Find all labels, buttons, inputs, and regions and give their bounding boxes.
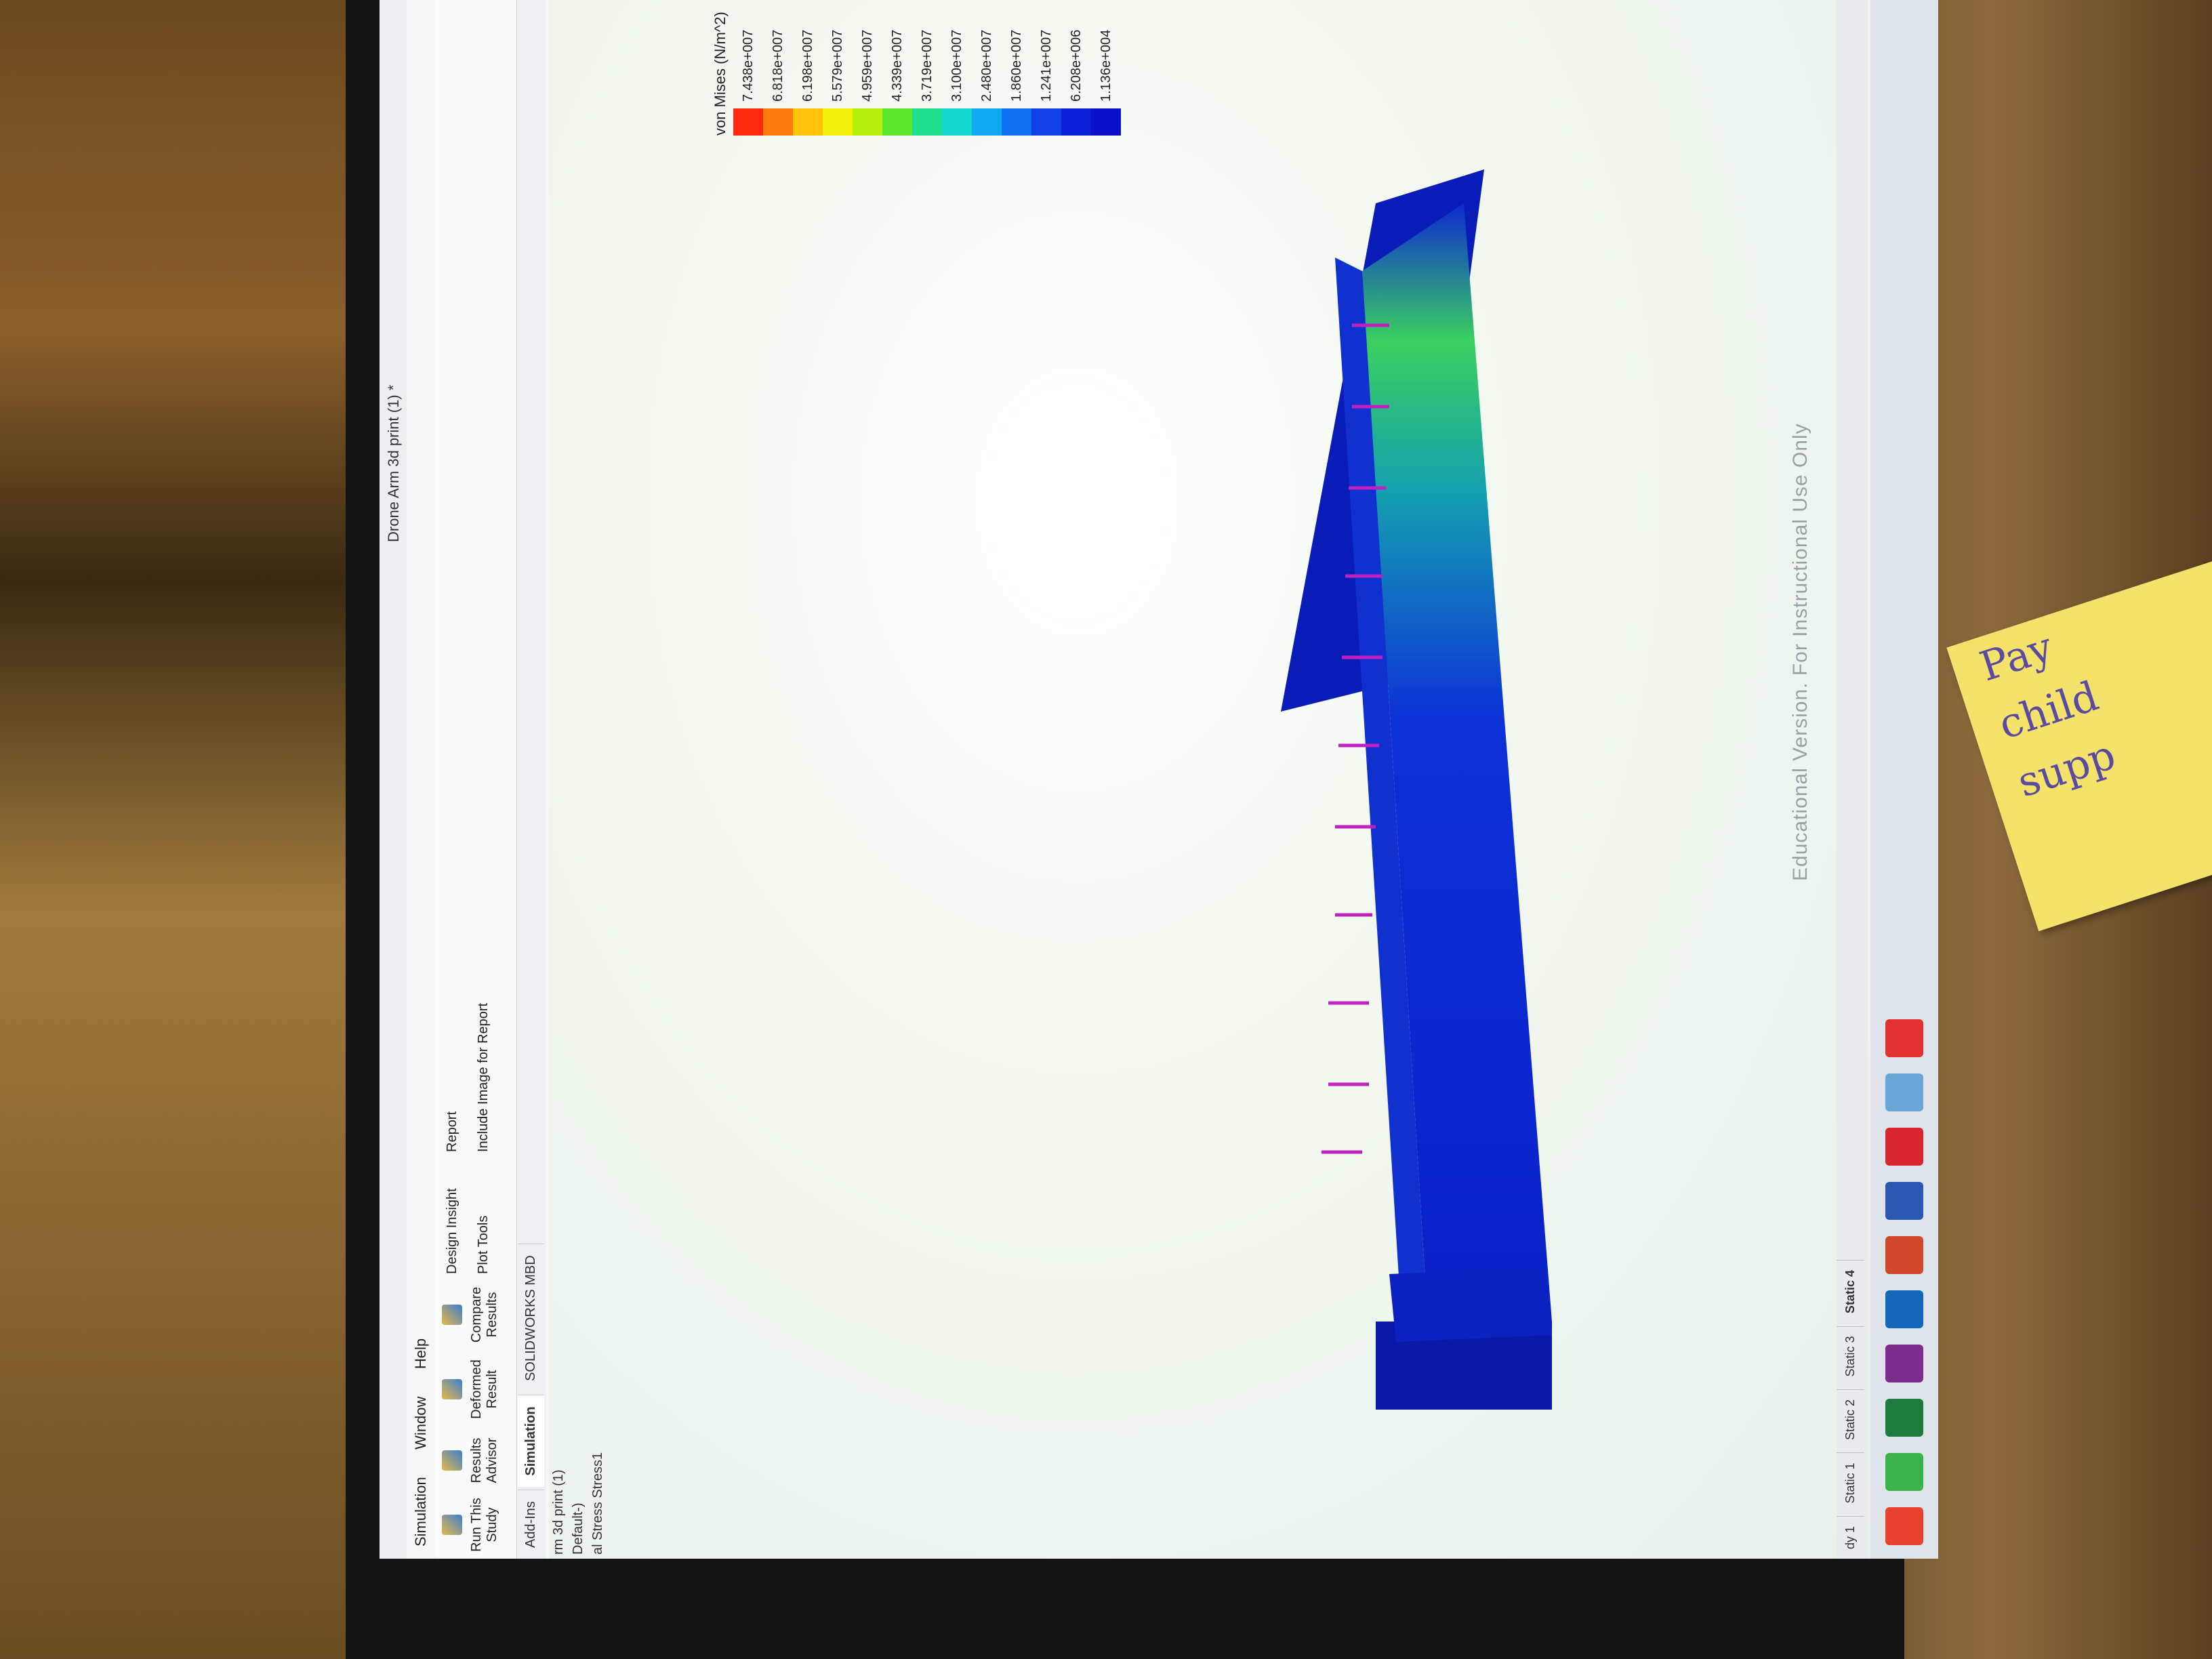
legend-title: von Mises (N/m^2) [712,12,729,136]
menu-help[interactable]: Help [407,1326,435,1381]
powerpoint-icon[interactable] [1885,1236,1923,1274]
deformed-result-button[interactable]: Deformed Result [442,1355,500,1423]
legend-value: 4.959e+007 [859,29,875,102]
legend-swatch [1091,108,1121,136]
compare-icon [442,1305,462,1325]
stress-legend: von Mises (N/m^2) 7.438e+007 6.818e+007 6.… [712,12,1121,136]
tab-study[interactable]: dy 1 [1837,1515,1864,1559]
tree-item-study[interactable]: al Stress Stress1 [588,1396,608,1559]
ribbon: Run This Study Results Advisor Deformed … [435,0,517,1559]
taskbar [1870,0,1938,1559]
drone-arm-model [1281,169,1552,1410]
legend-value: 6.198e+007 [800,29,815,102]
legend-swatch [972,108,1002,136]
legend-value: 3.100e+007 [949,29,964,102]
legend-row: 4.959e+007 [853,12,882,136]
legend-value: 1.136e+004 [1098,29,1113,102]
outlook-icon[interactable] [1885,1290,1923,1328]
feature-tree: rm 3d print (1) Default-) al Stress Stre… [549,1396,752,1559]
legend-swatch [942,108,972,136]
legend-value: 7.438e+007 [740,29,756,102]
legend-value: 1.241e+007 [1038,29,1054,102]
warning-icon[interactable] [1885,1019,1923,1057]
legend-swatch [882,108,912,136]
legend-value: 3.719e+007 [919,29,935,102]
tab-simulation[interactable]: Simulation [518,1395,544,1487]
stress-plot [1281,169,1552,1410]
tab-static3[interactable]: Static 3 [1837,1326,1864,1387]
legend-value: 6.208e+006 [1068,29,1084,102]
tab-static1[interactable]: Static 1 [1837,1452,1864,1513]
legend-swatch [793,108,823,136]
legend-row: 5.579e+007 [823,12,853,136]
graphics-viewport[interactable]: von Mises (N/m^2) 7.438e+007 6.818e+007 6.… [549,0,1870,1559]
command-tabs: Add-Ins Simulation SOLIDWORKS MBD [518,0,546,1559]
legend-swatch [912,108,942,136]
menu-window[interactable]: Window [407,1385,435,1462]
legend-value: 2.480e+007 [979,29,994,102]
legend-value: 1.860e+007 [1008,29,1024,102]
solidworks-icon[interactable] [1885,1128,1923,1166]
title-bar: Drone Arm 3d print (1) * [380,0,407,1559]
study-tabs: dy 1 Static 1 Static 2 Static 3 Static 4 [1837,0,1868,1559]
design-insight-button[interactable]: Design Insight [445,1166,460,1274]
excel-icon[interactable] [1885,1399,1923,1437]
legend-swatch [1061,108,1091,136]
advisor-icon [442,1450,462,1471]
window-title: Drone Arm 3d print (1) * [385,384,402,542]
legend-value: 4.339e+007 [889,29,905,102]
tab-static2[interactable]: Static 2 [1837,1389,1864,1450]
legend-value: 6.818e+007 [770,29,785,102]
legend-swatch [763,108,793,136]
monitor-screen: Drone Arm 3d print (1) * Simulation Wind… [380,0,1938,1559]
tree-item-config[interactable]: Default-) [569,1396,588,1559]
word-icon[interactable] [1885,1182,1923,1220]
legend-row: 3.719e+007 [912,12,942,136]
onenote-icon[interactable] [1885,1345,1923,1382]
legend-swatch [853,108,882,136]
legend-row: 3.100e+007 [942,12,972,136]
legend-row: 6.198e+007 [793,12,823,136]
legend-row: 1.860e+007 [1002,12,1031,136]
menu-simulation[interactable]: Simulation [407,1465,435,1559]
legend-row: 6.818e+007 [763,12,793,136]
legend-row: 6.208e+006 [1061,12,1091,136]
legend-swatch [823,108,853,136]
include-image-button[interactable]: Include Image for Report [476,976,491,1152]
deformed-icon [442,1379,462,1399]
legend-scale: 7.438e+007 6.818e+007 6.198e+007 5.579e+007… [733,12,1121,136]
tree-item-part[interactable]: rm 3d print (1) [549,1396,569,1559]
legend-swatch [733,108,763,136]
legend-row: 1.241e+007 [1031,12,1061,136]
menu-bar: Simulation Window Help [407,0,434,1559]
report-button[interactable]: Report [445,1071,460,1152]
legend-row: 7.438e+007 [733,12,763,136]
app-icon[interactable] [1885,1453,1923,1491]
legend-swatch [1031,108,1061,136]
tab-static4[interactable]: Static 4 [1837,1260,1864,1324]
legend-row: 4.339e+007 [882,12,912,136]
edu-watermark: Educational Version. For Instructional U… [1789,423,1811,881]
legend-swatch [1002,108,1031,136]
plot-tools-button[interactable]: Plot Tools [476,1166,491,1274]
run-icon [442,1515,462,1535]
compare-results-button[interactable]: Compare Results [442,1281,500,1349]
legend-row: 1.136e+004 [1091,12,1121,136]
monitor-icon[interactable] [1885,1073,1923,1111]
chrome-icon[interactable] [1885,1507,1923,1545]
run-study-button[interactable]: Run This Study [442,1498,500,1552]
legend-value: 5.579e+007 [830,29,845,102]
results-advisor-button[interactable]: Results Advisor [442,1430,500,1491]
tab-mbd[interactable]: SOLIDWORKS MBD [518,1244,544,1392]
legend-row: 2.480e+007 [972,12,1002,136]
tab-add-ins[interactable]: Add-Ins [518,1490,544,1559]
